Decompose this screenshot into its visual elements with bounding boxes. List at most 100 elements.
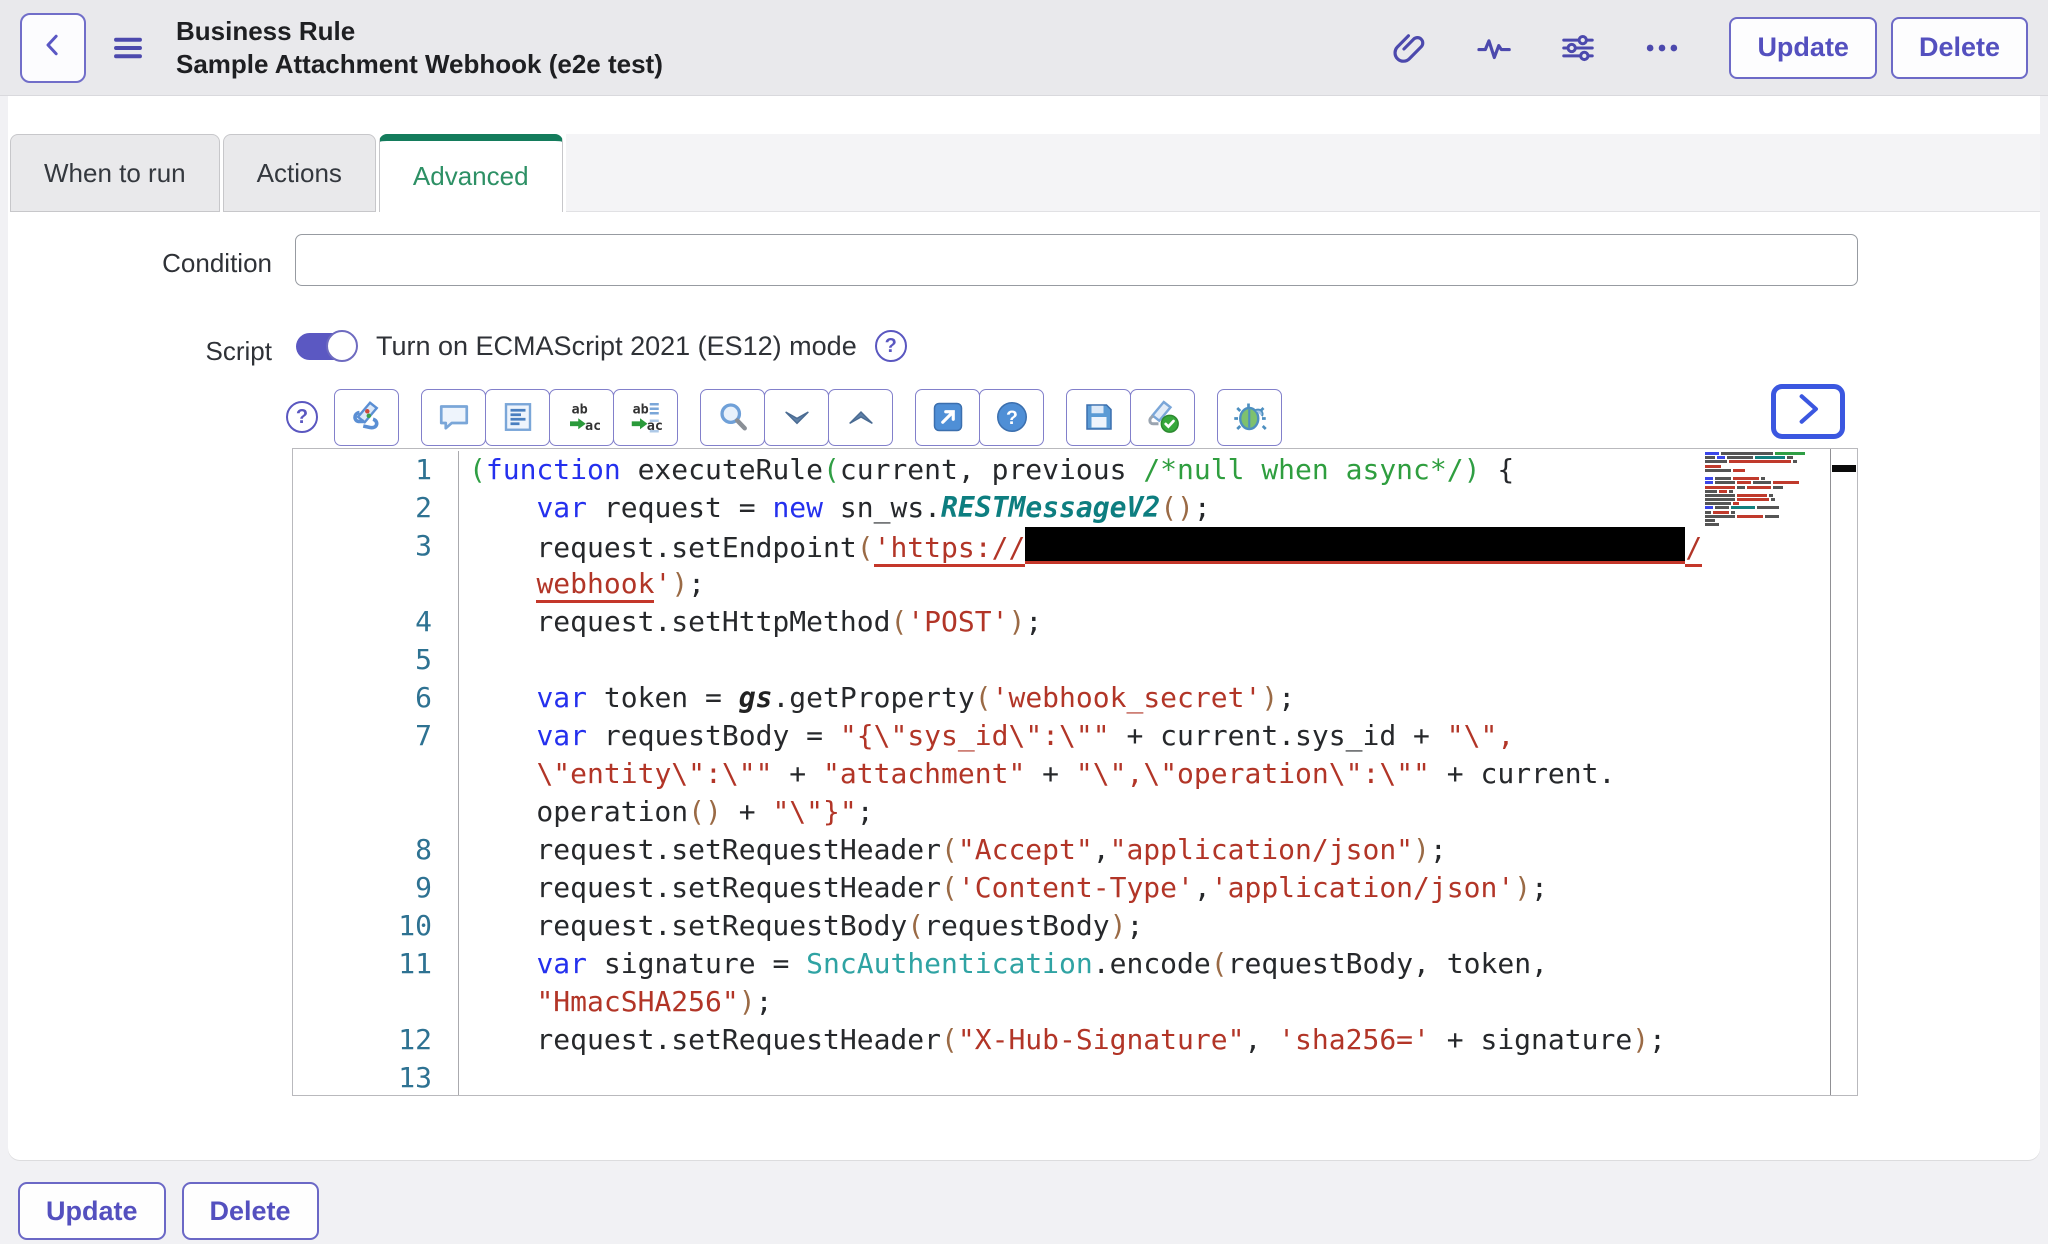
tab-strip: When to runActionsAdvanced <box>10 134 2040 212</box>
header-icon-group <box>1391 29 1681 67</box>
syntax-check-button[interactable] <box>1130 389 1195 446</box>
redacted-endpoint <box>1025 527 1685 564</box>
ellipsis-icon[interactable] <box>1643 29 1681 67</box>
syntax-editor-toggle-button[interactable] <box>334 389 399 446</box>
chevron-up-icon <box>844 400 878 434</box>
tab-actions[interactable]: Actions <box>223 134 376 212</box>
tab-advanced[interactable]: Advanced <box>379 134 563 212</box>
code-line[interactable]: operation() + "\"}"; <box>293 793 1830 831</box>
top-bar: Business Rule Sample Attachment Webhook … <box>0 0 2048 96</box>
replace-all-button[interactable]: abac <box>613 389 678 446</box>
line-number: 6 <box>293 679 459 717</box>
line-number: 11 <box>293 945 459 983</box>
activity-icon[interactable] <box>1475 29 1513 67</box>
record-name-title: Sample Attachment Webhook (e2e test) <box>176 48 663 81</box>
code-text: "HmacSHA256"); <box>459 983 772 1021</box>
script-code-editor[interactable]: 1(function executeRule(current, previous… <box>292 448 1858 1096</box>
code-text: var request = new sn_ws.RESTMessageV2(); <box>459 489 1211 527</box>
chevron-right-icon <box>1789 390 1827 433</box>
update-button-footer[interactable]: Update <box>18 1182 166 1240</box>
line-number: 13 <box>293 1059 459 1096</box>
code-line[interactable]: 7 var requestBody = "{\"sys_id\":\"" + c… <box>293 717 1830 755</box>
line-number: 2 <box>293 489 459 527</box>
delete-button-footer[interactable]: Delete <box>182 1182 319 1240</box>
script-editor-toolbar: ? abacabac? <box>286 388 1304 446</box>
svg-text:ab: ab <box>571 401 587 417</box>
code-text: operation() + "\"}"; <box>459 793 874 831</box>
code-line[interactable]: 10 request.setRequestBody(requestBody); <box>293 907 1830 945</box>
format-icon <box>500 399 536 435</box>
find-next-button[interactable] <box>764 389 829 446</box>
code-line[interactable]: "HmacSHA256"); <box>293 983 1830 1021</box>
toolbar-group-4: ? <box>915 389 1044 446</box>
code-text: request.setRequestHeader("Accept","appli… <box>459 831 1447 869</box>
sliders-icon[interactable] <box>1559 29 1597 67</box>
code-line[interactable]: 9 request.setRequestHeader('Content-Type… <box>293 869 1830 907</box>
attachment-icon[interactable] <box>1391 29 1429 67</box>
code-text <box>459 1059 469 1096</box>
script-check-icon <box>1145 399 1181 435</box>
toolbar-group-6 <box>1217 389 1282 446</box>
toolbar-group-1 <box>334 389 399 446</box>
toggle-knob <box>326 330 358 362</box>
es-mode-label: Turn on ECMAScript 2021 (ES12) mode <box>376 331 857 362</box>
expand-editor-button[interactable] <box>1771 384 1845 439</box>
code-line[interactable]: 6 var token = gs.getProperty('webhook_se… <box>293 679 1830 717</box>
scrollbar-thumb[interactable] <box>1832 465 1856 472</box>
code-line[interactable]: 4 request.setHttpMethod('POST'); <box>293 603 1830 641</box>
code-line[interactable]: 1(function executeRule(current, previous… <box>293 451 1830 489</box>
editor-help-button[interactable]: ? <box>979 389 1044 446</box>
code-line[interactable]: 5 <box>293 641 1830 679</box>
replace-all-icon: abac <box>628 399 664 435</box>
line-number: 3 <box>293 527 459 565</box>
line-number: 9 <box>293 869 459 907</box>
svg-text:?: ? <box>1006 407 1018 429</box>
line-number: 8 <box>293 831 459 869</box>
search-button[interactable] <box>700 389 765 446</box>
replace-button[interactable]: abac <box>549 389 614 446</box>
debug-button[interactable] <box>1217 389 1282 446</box>
editor-scrollbar[interactable] <box>1830 449 1857 1095</box>
find-previous-button[interactable] <box>828 389 893 446</box>
es-mode-row: Turn on ECMAScript 2021 (ES12) mode ? <box>296 330 907 362</box>
save-icon <box>1081 399 1117 435</box>
back-button[interactable] <box>20 13 86 83</box>
line-number: 5 <box>293 641 459 679</box>
svg-text:ab: ab <box>632 401 648 417</box>
format-code-button[interactable] <box>485 389 550 446</box>
es-mode-help-icon[interactable]: ? <box>875 330 907 362</box>
code-text: request.setRequestHeader("X-Hub-Signatur… <box>459 1021 1666 1059</box>
toolbar-group-2: abacabac <box>421 389 678 446</box>
delete-button-header[interactable]: Delete <box>1891 17 2028 79</box>
popout-icon <box>930 399 966 435</box>
code-line[interactable]: webhook'); <box>293 565 1830 603</box>
toolbar-help-icon[interactable]: ? <box>286 401 318 433</box>
condition-input[interactable] <box>295 234 1858 286</box>
save-script-button[interactable] <box>1066 389 1131 446</box>
code-line[interactable]: 8 request.setRequestHeader("Accept","app… <box>293 831 1830 869</box>
tab-when-to-run[interactable]: When to run <box>10 134 220 212</box>
code-line[interactable]: \"entity\":\"" + "attachment" + "\",\"op… <box>293 755 1830 793</box>
chevron-down-icon <box>780 400 814 434</box>
code-line[interactable]: 11 var signature = SncAuthentication.enc… <box>293 945 1830 983</box>
line-number: 10 <box>293 907 459 945</box>
tab-strip-filler <box>566 134 2040 212</box>
help-blue-icon: ? <box>994 399 1030 435</box>
code-text <box>459 641 469 679</box>
line-number <box>293 793 459 831</box>
open-in-new-window-button[interactable] <box>915 389 980 446</box>
code-line[interactable]: 12 request.setRequestHeader("X-Hub-Signa… <box>293 1021 1830 1059</box>
code-line[interactable]: 2 var request = new sn_ws.RESTMessageV2(… <box>293 489 1830 527</box>
code-line[interactable]: 13 <box>293 1059 1830 1096</box>
chevron-left-icon <box>38 30 68 65</box>
svg-text:ac: ac <box>585 418 600 434</box>
search-icon <box>715 399 751 435</box>
code-text: request.setEndpoint('https:/// <box>459 527 1702 565</box>
code-minimap <box>1705 452 1823 527</box>
es-mode-toggle[interactable] <box>296 333 354 360</box>
update-button-header[interactable]: Update <box>1729 17 1877 79</box>
code-line[interactable]: 3 request.setEndpoint('https:/// <box>293 527 1830 565</box>
code-text: var requestBody = "{\"sys_id\":\"" + cur… <box>459 717 1514 755</box>
context-menu-icon[interactable] <box>110 30 146 66</box>
toggle-comment-button[interactable] <box>421 389 486 446</box>
